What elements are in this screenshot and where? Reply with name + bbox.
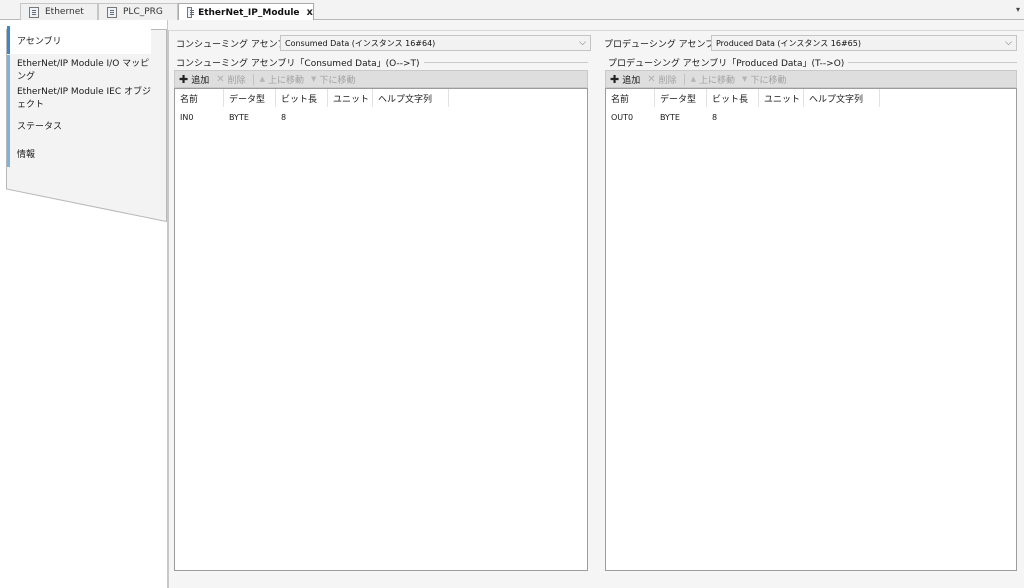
plus-icon: ✚	[179, 72, 189, 86]
grid-header: 名前 データ型 ビット長 ユニット ヘルプ文字列	[606, 89, 880, 107]
consuming-assembly-label: コンシューミング アセンブリ	[176, 40, 296, 50]
delete-icon: ✕	[216, 73, 225, 85]
tab-ethernet-ip-module[interactable]: EtherNet_IP_Module x	[178, 3, 314, 21]
toolbar-separator	[683, 73, 685, 85]
device-icon	[29, 6, 39, 18]
plus-icon: ✚	[610, 72, 620, 86]
tab-ethernet[interactable]: Ethernet	[20, 3, 98, 20]
table-row[interactable]: OUT0 BYTE 8	[606, 109, 880, 125]
column-header-name[interactable]: 名前	[606, 89, 655, 107]
column-header-help[interactable]: ヘルプ文字列	[373, 89, 449, 107]
add-label: 追加	[622, 75, 641, 86]
tab-label: PLC_PRG	[123, 7, 163, 17]
producing-toolbar: ✚ 追加 ✕ 削除 ▲ 上に移動 ▼ 下に移動	[605, 70, 1017, 88]
move-up-button[interactable]: ▲ 上に移動	[260, 73, 304, 86]
device-icon	[187, 7, 195, 18]
main-panel: コンシューミング アセンブリ Consumed Data (インスタンス 16#…	[168, 20, 1024, 588]
producing-group-title: プロデューシング アセンブリ「Produced Data」(T-->O)	[608, 56, 849, 69]
nav-item-label: アセンブリ	[17, 36, 62, 47]
cell-datatype[interactable]: BYTE	[224, 109, 276, 125]
select-value: Consumed Data (インスタンス 16#64)	[285, 38, 436, 48]
tab-overflow-icon[interactable]: ▾	[1016, 5, 1020, 14]
column-header-name[interactable]: 名前	[175, 89, 224, 107]
nav-item-label: 情報	[17, 149, 36, 160]
move-down-label: 下に移動	[319, 75, 356, 86]
chevron-down-icon: ⌵	[1005, 38, 1012, 48]
nav-item-label: EtherNet/IP Module I/O マッピング	[17, 59, 150, 82]
delete-button[interactable]: ✕ 削除	[216, 73, 245, 86]
delete-label: 削除	[227, 75, 246, 86]
move-up-button[interactable]: ▲ 上に移動	[691, 73, 735, 86]
column-header-unit[interactable]: ユニット	[759, 89, 804, 107]
tab-plc-prg[interactable]: PLC_PRG	[98, 3, 178, 20]
cell-bitlength[interactable]: 8	[707, 109, 759, 125]
nav-item-assembly[interactable]: アセンブリ	[7, 26, 151, 54]
arrow-down-icon: ▼	[311, 75, 317, 83]
producing-assembly-select[interactable]: Produced Data (インスタンス 16#65) ⌵	[711, 35, 1017, 51]
nav-item-information[interactable]: 情報	[7, 139, 151, 167]
consuming-assembly-select[interactable]: Consumed Data (インスタンス 16#64) ⌵	[280, 35, 591, 51]
table-row[interactable]: IN0 BYTE 8	[175, 109, 449, 125]
column-header-bitlength[interactable]: ビット長	[707, 89, 759, 107]
nav-item-label: EtherNet/IP Module IEC オブジェクト	[17, 87, 152, 110]
move-down-label: 下に移動	[750, 75, 787, 86]
delete-button[interactable]: ✕ 削除	[647, 73, 676, 86]
delete-icon: ✕	[647, 73, 656, 85]
arrow-down-icon: ▼	[742, 75, 748, 83]
cell-unit[interactable]	[759, 109, 804, 125]
arrow-up-icon: ▲	[690, 75, 697, 83]
add-label: 追加	[191, 75, 210, 86]
grid-header: 名前 データ型 ビット長 ユニット ヘルプ文字列	[175, 89, 449, 107]
arrow-up-icon: ▲	[259, 75, 266, 83]
nav-item-io-mapping[interactable]: EtherNet/IP Module I/O マッピング	[7, 55, 151, 83]
column-header-bitlength[interactable]: ビット長	[276, 89, 328, 107]
move-down-button[interactable]: ▼ 下に移動	[742, 73, 786, 86]
add-button[interactable]: ✚ 追加	[610, 73, 640, 86]
move-down-button[interactable]: ▼ 下に移動	[311, 73, 355, 86]
cell-datatype[interactable]: BYTE	[655, 109, 707, 125]
move-up-label: 上に移動	[268, 75, 305, 86]
move-up-label: 上に移動	[699, 75, 736, 86]
editor-tab-bar: Ethernet PLC_PRG EtherNet_IP_Module x ▾	[0, 0, 1024, 21]
column-header-datatype[interactable]: データ型	[655, 89, 707, 107]
cell-unit[interactable]	[328, 109, 373, 125]
column-header-unit[interactable]: ユニット	[328, 89, 373, 107]
column-header-help[interactable]: ヘルプ文字列	[804, 89, 880, 107]
cell-help[interactable]	[373, 109, 449, 125]
cell-name[interactable]: IN0	[175, 109, 224, 125]
consuming-toolbar: ✚ 追加 ✕ 削除 ▲ 上に移動 ▼ 下に移動	[174, 70, 588, 88]
select-value: Produced Data (インスタンス 16#65)	[716, 38, 861, 48]
add-button[interactable]: ✚ 追加	[179, 73, 209, 86]
chevron-down-icon: ⌵	[579, 38, 586, 48]
consuming-data-grid[interactable]: 名前 データ型 ビット長 ユニット ヘルプ文字列 IN0 BYTE 8	[174, 88, 588, 571]
left-navigation: アセンブリ EtherNet/IP Module I/O マッピング Ether…	[0, 20, 168, 588]
cell-help[interactable]	[804, 109, 880, 125]
cell-bitlength[interactable]: 8	[276, 109, 328, 125]
producing-data-grid[interactable]: 名前 データ型 ビット長 ユニット ヘルプ文字列 OUT0 BYTE 8	[605, 88, 1017, 571]
tab-label: EtherNet_IP_Module	[198, 7, 300, 18]
consuming-group-title: コンシューミング アセンブリ「Consumed Data」(O-->T)	[176, 56, 424, 69]
toolbar-separator	[252, 73, 254, 85]
column-header-datatype[interactable]: データ型	[224, 89, 276, 107]
tab-label: Ethernet	[45, 7, 84, 17]
document-icon	[107, 6, 117, 18]
nav-item-status[interactable]: ステータス	[7, 111, 151, 139]
producing-assembly-label: プロデューシング アセンブリ	[604, 40, 724, 50]
cell-name[interactable]: OUT0	[606, 109, 655, 125]
nav-item-iec-objects[interactable]: EtherNet/IP Module IEC オブジェクト	[7, 83, 151, 111]
close-icon[interactable]: x	[307, 7, 313, 18]
nav-item-label: ステータス	[17, 121, 63, 132]
delete-label: 削除	[658, 75, 677, 86]
